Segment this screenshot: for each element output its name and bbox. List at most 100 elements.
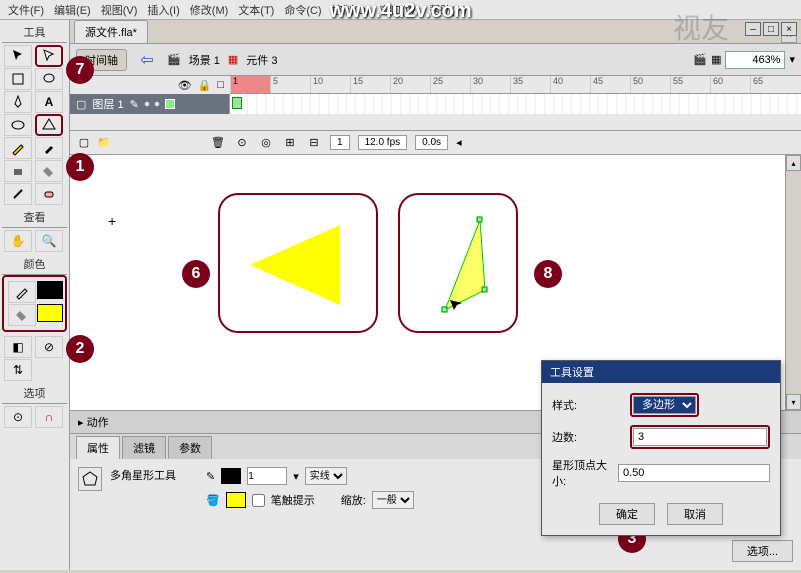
- layer-lock-dot[interactable]: [155, 102, 159, 106]
- fill-color-swatch[interactable]: [37, 304, 63, 322]
- stroke-color-swatch[interactable]: [37, 281, 63, 299]
- brush-hint-checkbox[interactable]: [252, 494, 265, 507]
- frame-tick[interactable]: 25: [430, 76, 470, 93]
- frame-tick[interactable]: 1: [230, 76, 270, 93]
- tab-properties[interactable]: 属性: [76, 436, 120, 459]
- frame-tick[interactable]: 20: [390, 76, 430, 93]
- subselection-tool[interactable]: [35, 45, 63, 67]
- scale-select[interactable]: 一般: [372, 491, 414, 509]
- swap-colors-button[interactable]: ⇅: [4, 359, 32, 381]
- lasso-tool[interactable]: [35, 68, 63, 90]
- edit-multiple-icon[interactable]: ⊞: [282, 135, 298, 151]
- annotation-badge-6: 6: [182, 260, 210, 288]
- frame-tick[interactable]: 65: [750, 76, 790, 93]
- frame-tick[interactable]: 15: [350, 76, 390, 93]
- timeline-scroll-left[interactable]: ◂: [456, 136, 462, 149]
- scroll-up-icon[interactable]: ▴: [786, 155, 801, 171]
- current-frame: 1: [330, 135, 350, 150]
- cancel-button[interactable]: 取消: [667, 503, 723, 525]
- selection-tool[interactable]: [4, 45, 32, 67]
- frame-tick[interactable]: 30: [470, 76, 510, 93]
- delete-layer-icon[interactable]: 🗑: [210, 135, 226, 151]
- sides-input[interactable]: [633, 428, 767, 446]
- keyframe[interactable]: [232, 97, 242, 109]
- shape-preview-1: [218, 193, 378, 333]
- lock-icon[interactable]: 🔒: [198, 79, 212, 92]
- stroke-width-input[interactable]: [247, 467, 287, 485]
- tab-params[interactable]: 参数: [168, 436, 212, 459]
- oval-tool[interactable]: [4, 114, 32, 136]
- layer-name[interactable]: 图层 1: [92, 96, 123, 112]
- zoom-input[interactable]: [725, 51, 785, 69]
- menu-file[interactable]: 文件(F): [4, 0, 48, 20]
- modify-markers-icon[interactable]: ⊟: [306, 135, 322, 151]
- frame-tick[interactable]: 55: [670, 76, 710, 93]
- pen-tool[interactable]: [4, 91, 32, 113]
- edit-symbol-icon[interactable]: ▦: [711, 53, 721, 66]
- scroll-down-icon[interactable]: ▾: [786, 394, 801, 410]
- frame-tick[interactable]: 10: [310, 76, 350, 93]
- frame-tick[interactable]: 5: [270, 76, 310, 93]
- edit-scene-icon[interactable]: 🎬: [693, 53, 707, 66]
- back-button[interactable]: ⇦: [135, 50, 159, 70]
- frame-tick[interactable]: 35: [510, 76, 550, 93]
- magnet-option[interactable]: ∩: [35, 406, 63, 428]
- zoom-dropdown-icon[interactable]: ▾: [789, 53, 795, 66]
- watermark-text: www.4u2v.com: [329, 0, 471, 23]
- zoom-tool[interactable]: 🔍: [35, 230, 63, 252]
- menu-text[interactable]: 文本(T): [234, 0, 278, 20]
- eraser-tool[interactable]: [35, 183, 63, 205]
- frame-tick[interactable]: 40: [550, 76, 590, 93]
- text-tool[interactable]: A: [35, 91, 63, 113]
- pencil-tool[interactable]: [4, 137, 32, 159]
- fill-swatch[interactable]: [226, 492, 246, 508]
- black-white-button[interactable]: ◧: [4, 336, 32, 358]
- stroke-swatch[interactable]: [221, 468, 241, 484]
- onion-outline-icon[interactable]: ◎: [258, 135, 274, 151]
- stroke-width-slider[interactable]: ▾: [293, 470, 299, 483]
- stroke-pencil-icon: ✎: [206, 470, 215, 483]
- eyedropper-tool[interactable]: [4, 183, 32, 205]
- options-button[interactable]: 选项...: [732, 540, 793, 562]
- brush-tool[interactable]: [35, 137, 63, 159]
- new-layer-icon[interactable]: ▢: [76, 135, 92, 151]
- timeline-ruler[interactable]: 1 5 10 15 20 25 30 35 40 45 50 55 60 65: [230, 76, 801, 94]
- menu-insert[interactable]: 插入(I): [143, 0, 183, 20]
- snap-option[interactable]: ⊙: [4, 406, 32, 428]
- options-header: 选项: [2, 383, 67, 404]
- scene-label[interactable]: 场景 1: [189, 52, 220, 68]
- tool-icon: [78, 467, 102, 491]
- style-select[interactable]: 多边形: [633, 396, 696, 414]
- frame-tick[interactable]: 45: [590, 76, 630, 93]
- dialog-title: 工具设置: [542, 361, 780, 383]
- layer-outline-sq[interactable]: [165, 99, 175, 109]
- frames-track[interactable]: [230, 94, 801, 114]
- outline-icon[interactable]: □: [217, 79, 224, 91]
- layer-visible-dot[interactable]: [145, 102, 149, 106]
- pencil-icon: ✎: [130, 98, 139, 111]
- paint-bucket-tool[interactable]: [35, 160, 63, 182]
- menu-modify[interactable]: 修改(M): [186, 0, 233, 20]
- hand-tool[interactable]: ✋: [4, 230, 32, 252]
- star-point-input[interactable]: [618, 464, 770, 482]
- menu-commands[interactable]: 命令(C): [280, 0, 325, 20]
- stage-vscroll[interactable]: ▴ ▾: [785, 155, 801, 410]
- timeline-controls: ▢ 📁 🗑 ⊙ ◎ ⊞ ⊟ 1 12.0 fps 0.0s ◂: [70, 130, 801, 154]
- tab-filters[interactable]: 滤镜: [122, 436, 166, 459]
- document-tab[interactable]: 源文件.fla*: [74, 20, 148, 43]
- new-folder-icon[interactable]: 📁: [96, 135, 112, 151]
- ok-button[interactable]: 确定: [599, 503, 655, 525]
- polystar-tool[interactable]: [35, 114, 63, 136]
- frame-tick[interactable]: 50: [630, 76, 670, 93]
- frame-tick[interactable]: 60: [710, 76, 750, 93]
- onion-skin-icon[interactable]: ⊙: [234, 135, 250, 151]
- no-color-button[interactable]: ⊘: [35, 336, 63, 358]
- layer-row[interactable]: ▢ 图层 1 ✎: [70, 94, 801, 114]
- stroke-style-select[interactable]: 实线: [305, 467, 347, 485]
- menu-edit[interactable]: 编辑(E): [50, 0, 95, 20]
- symbol-label[interactable]: 元件 3: [246, 52, 277, 68]
- free-transform-tool[interactable]: [4, 68, 32, 90]
- show-hide-icon[interactable]: 👁: [178, 79, 192, 92]
- menu-view[interactable]: 视图(V): [97, 0, 142, 20]
- ink-bottle-tool[interactable]: [4, 160, 32, 182]
